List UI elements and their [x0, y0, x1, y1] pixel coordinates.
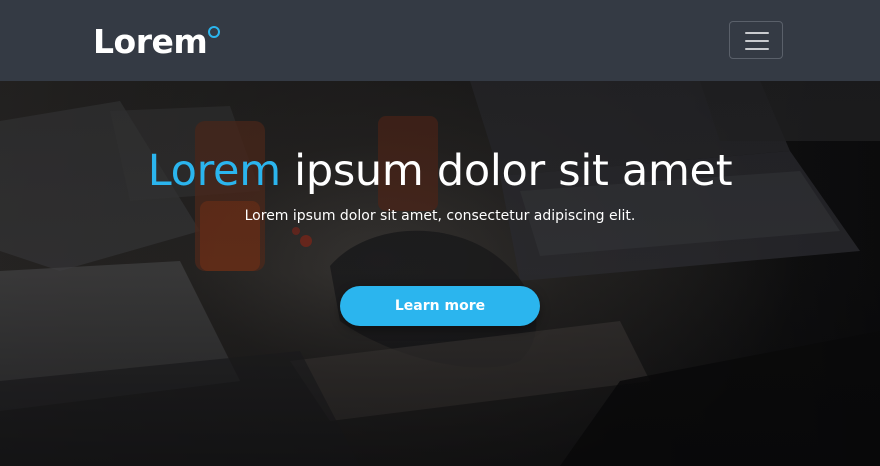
hero-title-accent: Lorem	[147, 146, 281, 196]
hero-title: Lorem ipsum dolor sit amet	[0, 143, 880, 199]
hero-overlay	[0, 81, 880, 466]
brand-logo[interactable]: Lorem	[93, 20, 221, 61]
brand-dot-icon	[208, 26, 221, 38]
hero-background	[0, 81, 880, 466]
brand-name: Lorem	[93, 22, 208, 61]
landing-page: Lorem Lorem ipsum dolor sit amet Lorem i…	[0, 0, 880, 466]
hamburger-menu-icon	[745, 32, 769, 50]
learn-more-button[interactable]: Learn more	[340, 286, 540, 326]
menu-toggle-button[interactable]	[729, 21, 783, 59]
navbar: Lorem	[0, 0, 880, 81]
hero-subtitle: Lorem ipsum dolor sit amet, consectetur …	[244, 208, 636, 224]
hero-title-rest: ipsum dolor sit amet	[280, 146, 733, 196]
